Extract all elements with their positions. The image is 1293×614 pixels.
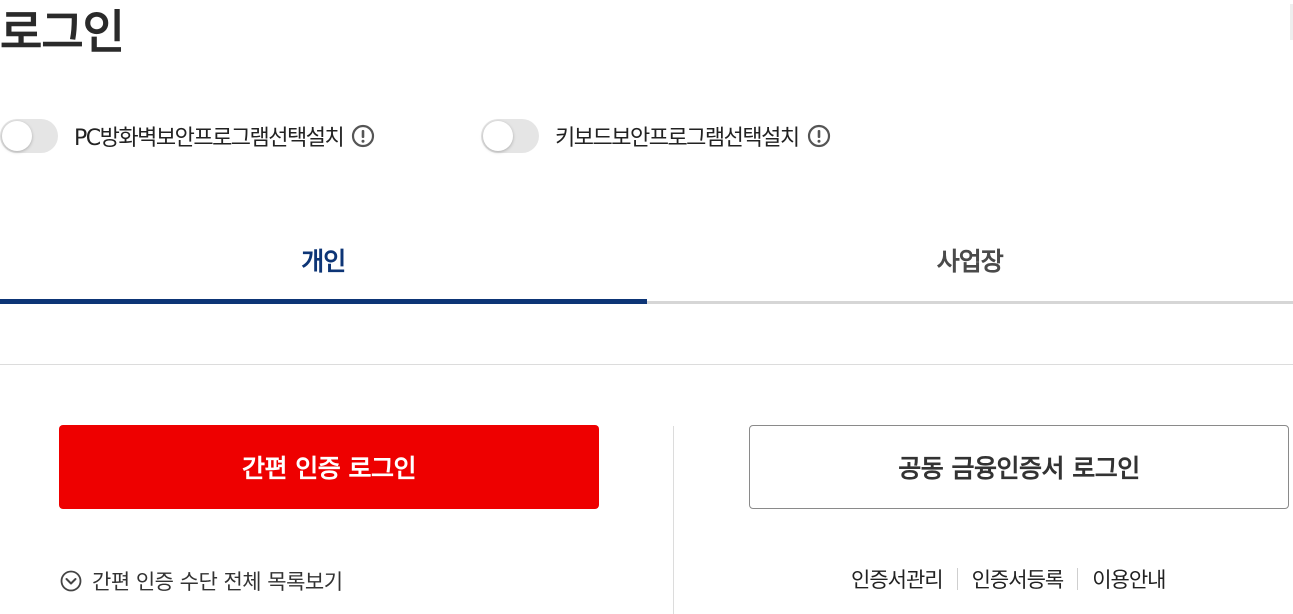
cert-manage-link[interactable]: 인증서관리: [851, 564, 944, 594]
tab-indicator: [0, 299, 647, 304]
info-icon[interactable]: [807, 124, 831, 148]
info-icon[interactable]: [351, 124, 375, 148]
link-separator: [956, 568, 958, 590]
column-divider: [673, 426, 674, 614]
firewall-toggle[interactable]: [0, 119, 58, 153]
simple-auth-list-label: 간편 인증 수단 전체 목록보기: [92, 570, 343, 594]
toggle-knob: [483, 121, 513, 151]
simple-auth-login-button[interactable]: 간편 인증 로그인: [59, 425, 599, 509]
tab-underline: [646, 301, 1293, 304]
tab-label: 사업장: [936, 247, 1004, 276]
link-separator: [1077, 568, 1079, 590]
certificate-links: 인증서관리 인증서등록 이용안내: [851, 564, 1167, 594]
firewall-toggle-label: PC방화벽보안프로그램선택설치: [74, 126, 345, 151]
page-title: 로그인: [0, 5, 125, 59]
joint-certificate-login-button[interactable]: 공동 금융인증서 로그인: [749, 425, 1289, 509]
chevron-down-circle-icon: [60, 570, 82, 592]
tab-business[interactable]: 사업장: [646, 226, 1293, 304]
login-type-tabs: 개인 사업장: [0, 226, 1293, 304]
cert-register-link[interactable]: 인증서등록: [972, 564, 1065, 594]
simple-auth-list-link[interactable]: 간편 인증 수단 전체 목록보기: [60, 566, 343, 596]
keyboard-toggle-group: 키보드보안프로그램선택설치: [481, 116, 831, 156]
firewall-toggle-group: PC방화벽보안프로그램선택설치: [0, 116, 375, 156]
section-divider: [0, 364, 1293, 365]
keyboard-toggle-label: 키보드보안프로그램선택설치: [555, 126, 800, 151]
tab-label: 개인: [301, 247, 346, 276]
usage-guide-link[interactable]: 이용안내: [1092, 564, 1166, 594]
keyboard-security-toggle[interactable]: [481, 119, 539, 153]
tab-personal[interactable]: 개인: [0, 226, 647, 304]
toggle-knob: [2, 121, 32, 151]
